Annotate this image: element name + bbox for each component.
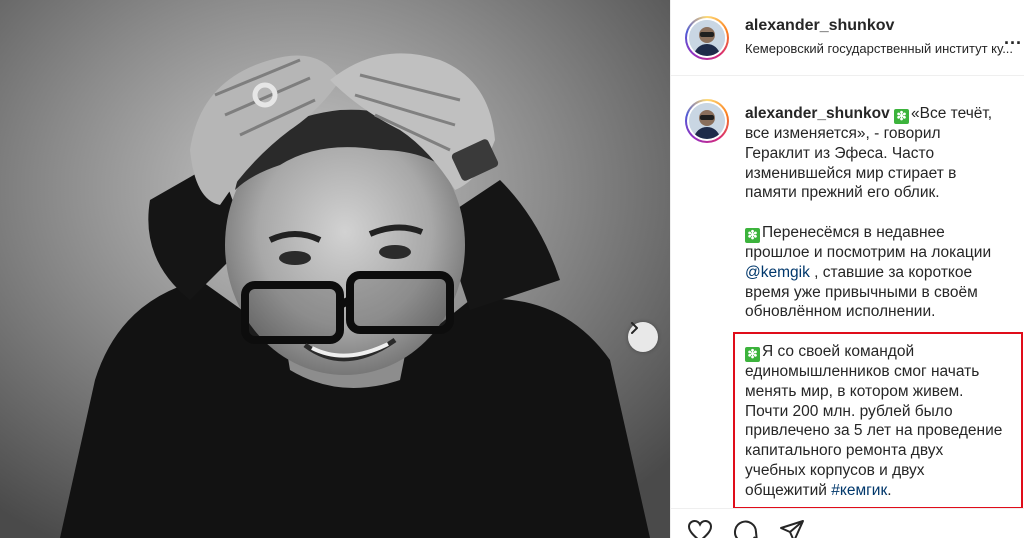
caption-paragraph-2-start: Перенесёмся в недавнее прошлое и посмотр… <box>745 223 992 261</box>
caption-paragraph-3: Я со своей командой единомышленников смо… <box>745 342 1003 499</box>
more-options-button[interactable]: ... <box>1004 28 1022 49</box>
caption-username[interactable]: alexander_shunkov <box>745 105 890 122</box>
caption-area: alexander_shunkov ❇ «Все течёт, все измен… <box>671 76 1024 508</box>
next-photo-button[interactable] <box>628 322 658 352</box>
author-username[interactable]: alexander_shunkov <box>745 17 894 35</box>
post-header: alexander_shunkov Кемеровский государств… <box>671 0 1024 76</box>
sparkle-emoji-icon: ❇ <box>745 346 760 362</box>
sparkle-emoji-icon: ❇ <box>894 109 910 124</box>
caption-avatar[interactable] <box>685 99 729 143</box>
mention-link[interactable]: @kemgik <box>745 264 810 281</box>
heart-icon[interactable] <box>687 519 713 538</box>
caption-paragraph-3-end: . <box>887 481 892 499</box>
author-avatar[interactable] <box>685 16 729 60</box>
post-photo[interactable] <box>0 0 670 538</box>
hashtag-link[interactable]: #кемгик <box>831 482 887 499</box>
caption-text: alexander_shunkov ❇ «Все течёт, все измен… <box>745 104 1007 508</box>
post-side-panel: alexander_shunkov Кемеровский государств… <box>670 0 1024 538</box>
post-location[interactable]: Кемеровский государственный институт ку.… <box>745 41 1017 56</box>
comment-icon[interactable] <box>733 519 759 538</box>
action-bar <box>671 508 1024 538</box>
avatar-icon <box>689 20 725 56</box>
avatar-icon <box>689 103 725 139</box>
paper-plane-icon[interactable] <box>779 519 805 538</box>
chevron-right-icon <box>631 322 638 334</box>
sparkle-emoji-icon: ❇ <box>745 227 760 243</box>
portrait-image <box>0 0 670 538</box>
